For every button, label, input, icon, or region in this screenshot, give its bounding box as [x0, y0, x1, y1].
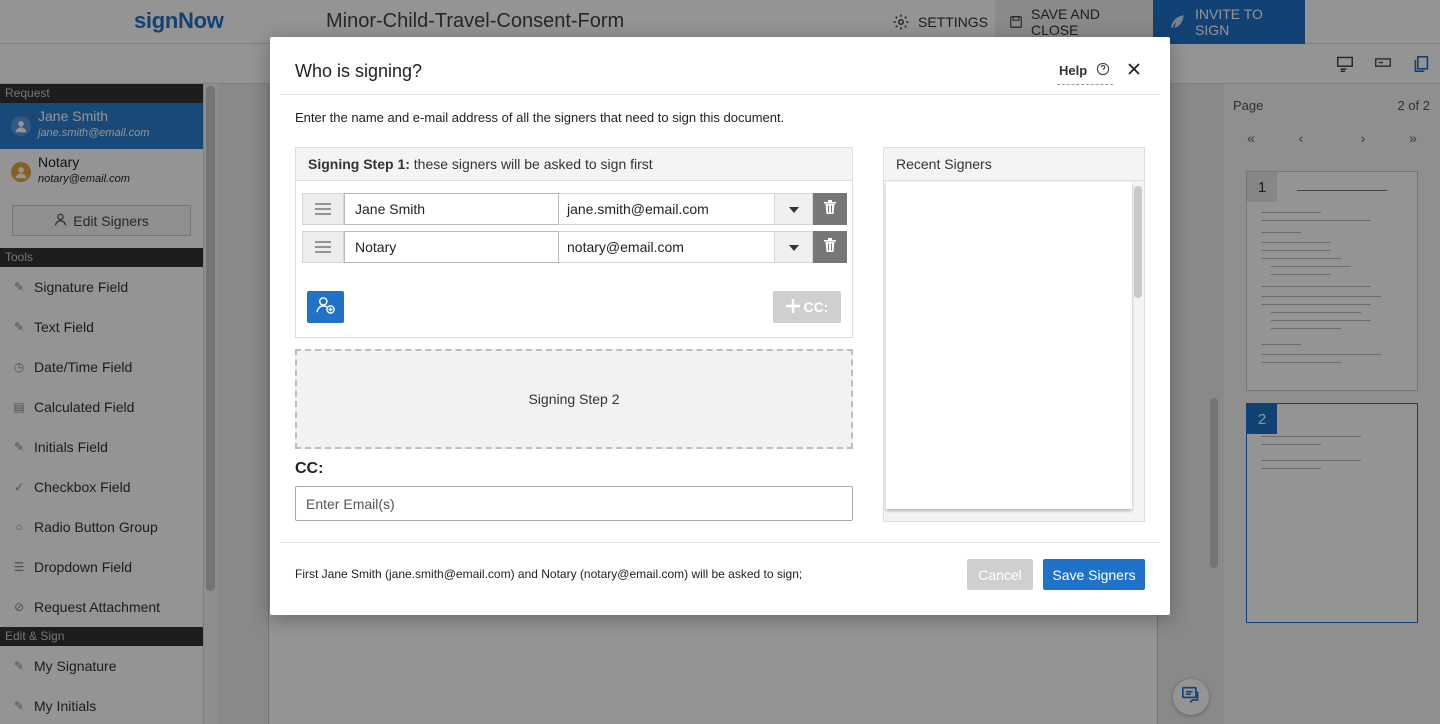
add-signer-button[interactable] — [307, 291, 344, 323]
question-icon — [1096, 62, 1110, 79]
cc-label: CC: — [295, 460, 324, 477]
signing-order-summary: First Jane Smith (jane.smith@email.com) … — [295, 567, 803, 581]
signer-email-input[interactable]: notary@email.com — [559, 231, 775, 263]
step-1-title: Signing Step 1: — [308, 156, 410, 172]
cc-email-input[interactable]: Enter Email(s) — [295, 486, 853, 521]
signing-step-1-panel: Signing Step 1: these signers will be as… — [295, 147, 853, 338]
signer-options-dropdown[interactable] — [775, 193, 813, 225]
header-divider — [280, 94, 1160, 95]
caret-down-icon — [788, 200, 799, 218]
save-signers-button[interactable]: Save Signers — [1043, 559, 1145, 590]
trash-icon — [824, 237, 836, 257]
recent-signers-list[interactable] — [886, 182, 1132, 509]
add-user-icon — [315, 296, 336, 319]
help-label: Help — [1059, 63, 1088, 78]
dialog-title: Who is signing? — [295, 61, 423, 81]
signer-options-dropdown[interactable] — [775, 231, 813, 263]
close-dialog-button[interactable] — [1124, 61, 1144, 81]
signing-step-2-dropzone[interactable]: Signing Step 2 — [295, 349, 853, 449]
plus-icon — [785, 298, 800, 316]
recent-signers-title: Recent Signers — [884, 148, 1144, 181]
signer-name-input[interactable]: Notary — [344, 231, 559, 263]
cc-button-label: CC: — [803, 299, 829, 315]
footer-divider — [280, 542, 1160, 543]
signing-step-1-header: Signing Step 1: these signers will be as… — [296, 148, 852, 181]
caret-down-icon — [788, 238, 799, 256]
signer-name-input[interactable]: Jane Smith — [344, 193, 559, 225]
step-1-subtitle: these signers will be asked to sign firs… — [409, 156, 653, 172]
dialog-description: Enter the name and e-mail address of all… — [295, 110, 785, 125]
signer-email-input[interactable]: jane.smith@email.com — [559, 193, 775, 225]
help-link[interactable]: Help — [1057, 62, 1114, 85]
recent-signers-panel: Recent Signers — [883, 147, 1145, 522]
delete-signer-button[interactable] — [813, 231, 847, 263]
signer-row: Jane Smith jane.smith@email.com — [302, 193, 847, 225]
close-icon — [1128, 62, 1140, 80]
add-cc-button[interactable]: CC: — [773, 291, 841, 323]
drag-handle-icon[interactable] — [302, 231, 344, 263]
recent-signers-scrollbar[interactable] — [1134, 186, 1142, 298]
cancel-button[interactable]: Cancel — [967, 559, 1033, 590]
drag-handle-icon[interactable] — [302, 193, 344, 225]
trash-icon — [824, 199, 836, 219]
who-is-signing-dialog: Who is signing? Help Enter the name and … — [270, 37, 1170, 615]
delete-signer-button[interactable] — [813, 193, 847, 225]
signer-row: Notary notary@email.com — [302, 231, 847, 263]
signing-step-2-label: Signing Step 2 — [528, 391, 620, 407]
